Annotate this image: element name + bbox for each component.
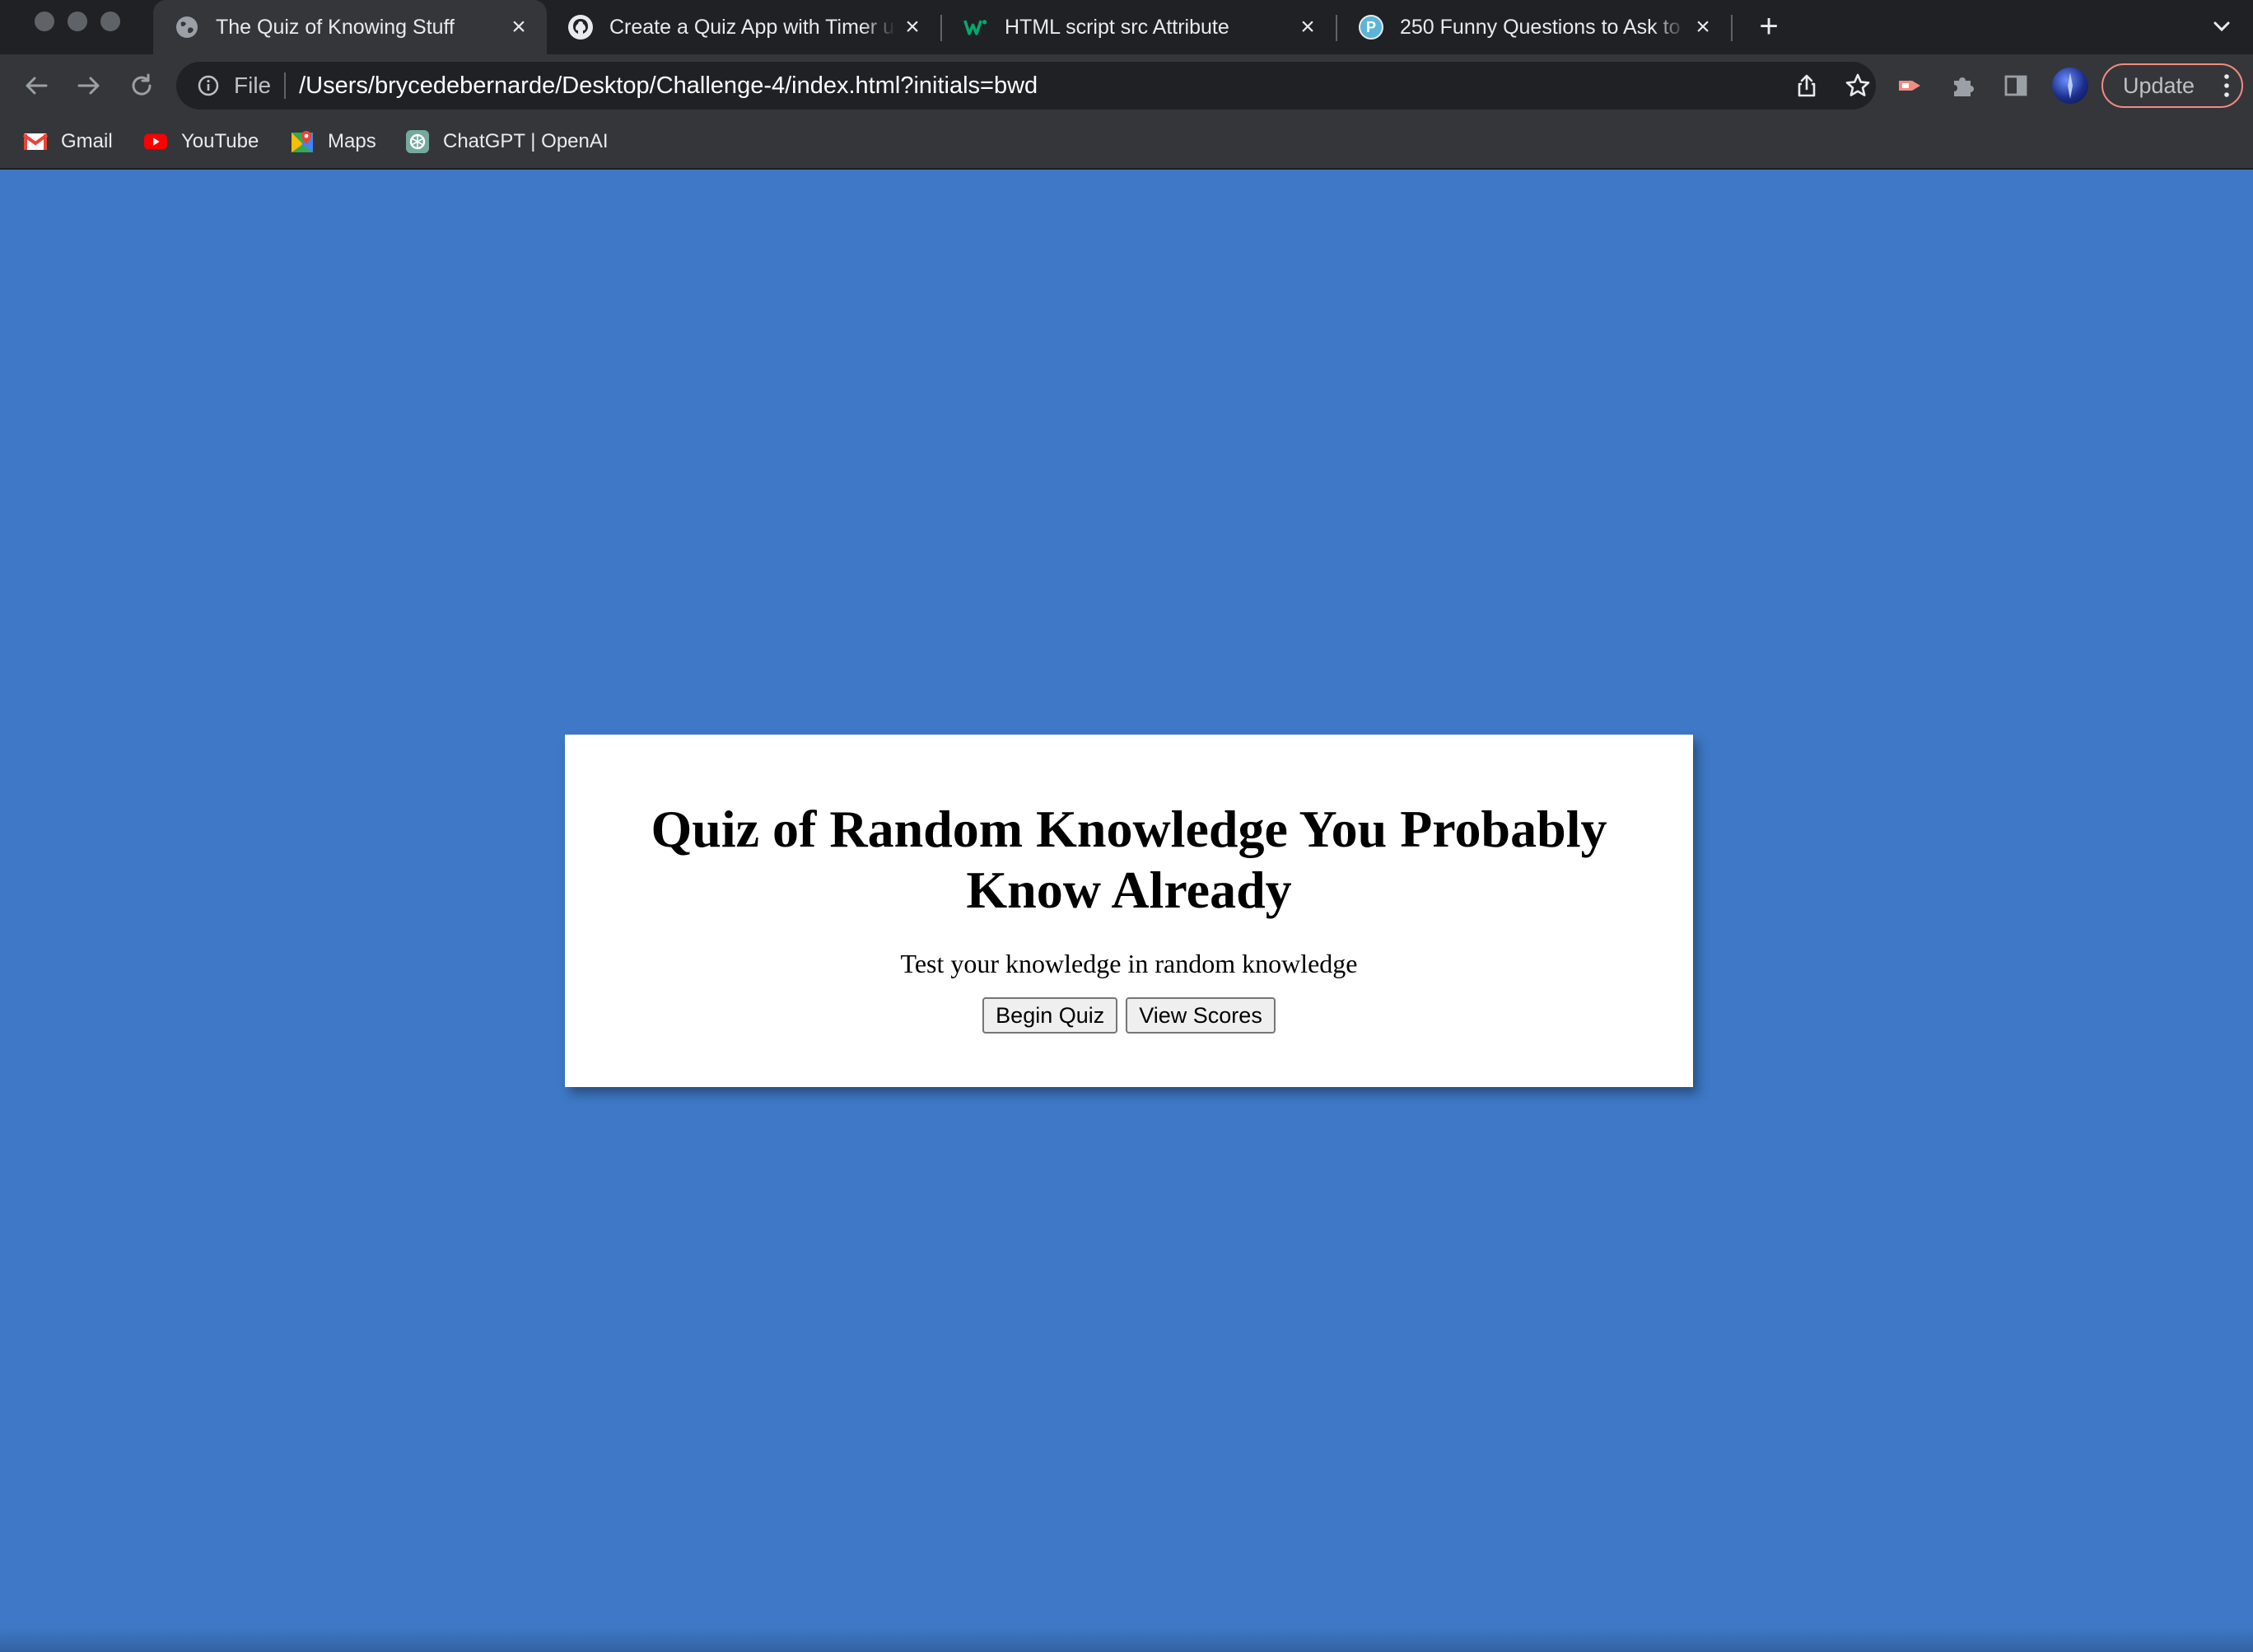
tab-funny-questions[interactable]: P 250 Funny Questions to Ask to Make You… — [1337, 0, 1731, 54]
browser-window: The Quiz of Knowing Stuff × Create a Qui… — [0, 0, 2253, 1652]
back-button[interactable] — [18, 68, 54, 104]
bookmark-maps[interactable]: Maps — [290, 125, 376, 158]
recording-extension-icon — [1899, 81, 1920, 91]
w3schools-icon — [963, 15, 988, 40]
chevron-down-icon — [2213, 21, 2230, 32]
arrow-right-icon — [77, 77, 100, 95]
more-vert-icon — [2224, 74, 2229, 97]
bookmark-gmail[interactable]: Gmail — [23, 125, 113, 158]
card-actions: Begin Quiz View Scores — [565, 997, 1693, 1034]
tab-separator — [1731, 15, 1733, 41]
page-viewport: Quiz of Random Knowledge You Probably Kn… — [0, 170, 2253, 1652]
tab-title: HTML script src Attribute — [1005, 15, 1229, 39]
forward-button[interactable] — [71, 68, 107, 104]
extension-button[interactable] — [1894, 69, 1927, 102]
star-icon — [1845, 73, 1870, 96]
tab-close-icon[interactable]: × — [1291, 13, 1324, 41]
tab-search-dropdown[interactable] — [2207, 12, 2237, 41]
p-circle-icon: P — [1359, 15, 1383, 40]
youtube-icon — [143, 129, 168, 154]
tab-html-script-src[interactable]: HTML script src Attribute × — [942, 0, 1336, 54]
bookmark-label: YouTube — [181, 130, 259, 152]
quiz-start-card: Quiz of Random Knowledge You Probably Kn… — [565, 735, 1693, 1087]
tab-title: 250 Funny Questions to Ask to Make You L… — [1400, 15, 1686, 39]
begin-quiz-button[interactable]: Begin Quiz — [982, 997, 1118, 1034]
view-scores-button[interactable]: View Scores — [1126, 997, 1276, 1034]
new-tab-button[interactable]: + — [1749, 7, 1789, 46]
tab-close-icon[interactable]: × — [896, 13, 929, 41]
page-title: Quiz of Random Knowledge You Probably Kn… — [651, 800, 1607, 919]
maps-icon — [290, 129, 315, 154]
bottom-shadow — [0, 1627, 2253, 1652]
bookmarks-bar: Gmail YouTube Maps ChatGPT | OpenAI — [0, 117, 2253, 170]
tab-title: Create a Quiz App with Timer using HTML … — [609, 15, 896, 39]
zoom-window-button[interactable] — [100, 12, 120, 31]
avatar-icon — [2068, 72, 2073, 99]
puzzle-icon — [1954, 77, 1974, 96]
info-icon[interactable] — [196, 73, 221, 98]
bookmark-label: Maps — [328, 130, 376, 152]
globe-icon — [175, 15, 199, 40]
extensions-menu-button[interactable] — [1947, 69, 1980, 102]
share-icon — [1798, 74, 1816, 97]
url-text: /Users/brycedebernarde/Desktop/Challenge… — [299, 72, 1038, 99]
tab-create-quiz-app[interactable]: Create a Quiz App with Timer using HTML … — [547, 0, 940, 54]
close-window-button[interactable] — [35, 12, 54, 31]
tab-close-icon[interactable]: × — [502, 13, 535, 41]
profile-avatar[interactable] — [2052, 68, 2088, 104]
bookmark-label: ChatGPT | OpenAI — [443, 130, 609, 152]
reload-button[interactable] — [124, 68, 160, 104]
side-panel-icon — [2004, 75, 2027, 96]
bookmark-star-button[interactable] — [1843, 71, 1873, 100]
page-subtitle: Test your knowledge in random knowledge — [900, 949, 1358, 978]
arrow-left-icon — [26, 77, 48, 95]
side-panel-button[interactable] — [1999, 69, 2032, 102]
bookmark-youtube[interactable]: YouTube — [143, 125, 259, 158]
address-divider — [284, 72, 287, 99]
reload-icon — [132, 73, 152, 96]
tab-quiz-of-knowing-stuff[interactable]: The Quiz of Knowing Stuff × — [153, 0, 547, 54]
scheme-label: File — [234, 72, 272, 98]
update-label: Update — [2123, 72, 2195, 98]
minimize-window-button[interactable] — [68, 12, 87, 31]
tab-title: The Quiz of Knowing Stuff — [216, 15, 455, 39]
github-icon — [568, 15, 593, 40]
address-bar[interactable]: File /Users/brycedebernarde/Desktop/Chal… — [176, 62, 1876, 110]
gmail-icon — [23, 129, 48, 154]
update-button[interactable]: Update — [2101, 63, 2243, 108]
toolbar: File /Users/brycedebernarde/Desktop/Chal… — [0, 54, 2253, 117]
share-button[interactable] — [1792, 71, 1822, 100]
tab-close-icon[interactable]: × — [1686, 13, 1719, 41]
bookmark-chatgpt[interactable]: ChatGPT | OpenAI — [405, 125, 609, 158]
openai-icon — [405, 129, 430, 154]
tab-strip: The Quiz of Knowing Stuff × Create a Qui… — [0, 0, 2253, 54]
bookmark-label: Gmail — [61, 130, 113, 152]
favicon-letter: P — [1365, 18, 1376, 35]
